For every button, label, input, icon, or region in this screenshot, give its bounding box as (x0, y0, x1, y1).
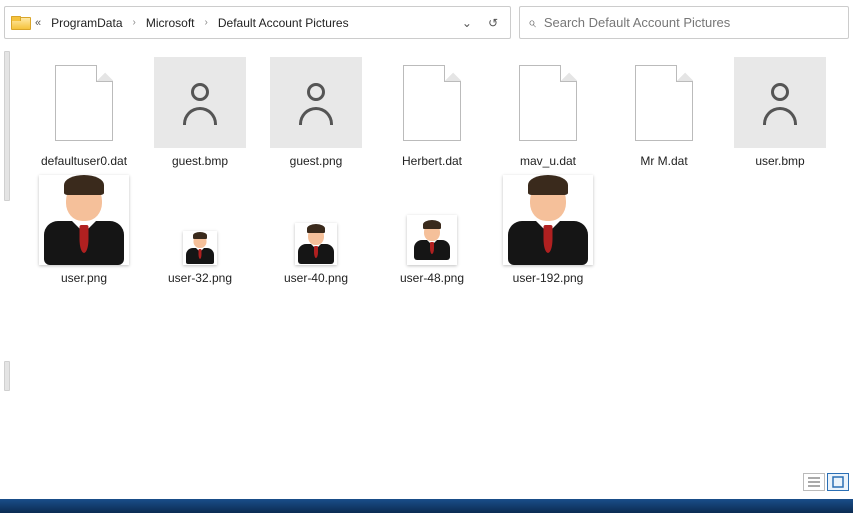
file-name-label: mav_u.dat (520, 154, 576, 168)
generic-file-icon (635, 65, 693, 141)
search-input[interactable] (544, 15, 840, 30)
file-item[interactable]: guest.png (258, 57, 374, 174)
file-name-label: user-48.png (400, 271, 464, 285)
file-name-label: user-192.png (513, 271, 584, 285)
image-thumbnail (39, 175, 129, 265)
file-name-label: user-32.png (168, 271, 232, 285)
details-view-button[interactable] (803, 473, 825, 491)
recent-locations-dropdown[interactable]: ⌄ (456, 12, 478, 34)
file-item[interactable]: Mr M.dat (606, 57, 722, 174)
status-bar-view-controls (803, 473, 849, 491)
person-outline-icon (294, 81, 338, 125)
file-item[interactable]: user-40.png (258, 174, 374, 291)
nav-pane-collapsed[interactable] (0, 45, 14, 475)
business-user-icon (41, 175, 127, 265)
file-thumbnail (154, 174, 246, 265)
breadcrumb-item[interactable]: Microsoft (142, 14, 199, 32)
history-overflow-icon[interactable]: « (33, 17, 43, 29)
generic-file-icon (519, 65, 577, 141)
file-list[interactable]: defaultuser0.dat guest.bmp guest.png Herber… (14, 45, 853, 475)
file-thumbnail (502, 174, 594, 265)
file-item[interactable]: user-192.png (490, 174, 606, 291)
file-name-label: user.bmp (755, 154, 804, 168)
file-item[interactable]: Herbert.dat (374, 57, 490, 174)
search-box[interactable]: ⌕ (519, 6, 849, 39)
taskbar[interactable] (0, 499, 853, 513)
file-name-label: user.png (61, 271, 107, 285)
file-thumbnail (386, 57, 478, 148)
image-thumbnail (503, 175, 593, 265)
file-item[interactable]: guest.bmp (142, 57, 258, 174)
generic-file-icon (403, 65, 461, 141)
file-item[interactable]: user-32.png (142, 174, 258, 291)
refresh-button[interactable]: ↻ (482, 12, 504, 34)
chevron-right-icon[interactable]: › (131, 17, 138, 28)
person-outline-icon (758, 81, 802, 125)
file-thumbnail (734, 57, 826, 148)
file-item[interactable]: user.png (26, 174, 142, 291)
folder-icon (11, 16, 29, 30)
file-name-label: guest.png (290, 154, 343, 168)
file-item[interactable]: user-48.png (374, 174, 490, 291)
image-thumbnail (407, 215, 457, 265)
business-user-icon (412, 220, 452, 260)
chevron-right-icon[interactable]: › (203, 17, 210, 28)
file-thumbnail (502, 57, 594, 148)
business-user-icon (297, 224, 335, 264)
breadcrumb-item[interactable]: Default Account Pictures (214, 14, 353, 32)
file-thumbnail (270, 57, 362, 148)
file-name-label: defaultuser0.dat (41, 154, 127, 168)
business-user-icon (185, 232, 215, 264)
file-thumbnail (38, 57, 130, 148)
file-item[interactable]: mav_u.dat (490, 57, 606, 174)
file-thumbnail (386, 174, 478, 265)
file-name-label: guest.bmp (172, 154, 228, 168)
image-thumbnail (295, 223, 337, 265)
image-thumbnail (183, 231, 217, 265)
file-item[interactable]: user.bmp (722, 57, 838, 174)
person-outline-icon (178, 81, 222, 125)
search-icon: ⌕ (528, 14, 536, 31)
address-bar[interactable]: « ProgramData › Microsoft › Default Acco… (4, 6, 511, 39)
file-thumbnail (270, 174, 362, 265)
breadcrumb-item[interactable]: ProgramData (47, 14, 126, 32)
file-name-label: Mr M.dat (640, 154, 687, 168)
toolbar: « ProgramData › Microsoft › Default Acco… (0, 0, 853, 45)
file-thumbnail (38, 174, 130, 265)
business-user-icon (505, 175, 591, 265)
file-item[interactable]: defaultuser0.dat (26, 57, 142, 174)
file-name-label: user-40.png (284, 271, 348, 285)
generic-file-icon (55, 65, 113, 141)
file-name-label: Herbert.dat (402, 154, 462, 168)
file-thumbnail (154, 57, 246, 148)
file-thumbnail (618, 57, 710, 148)
thumbnails-view-button[interactable] (827, 473, 849, 491)
